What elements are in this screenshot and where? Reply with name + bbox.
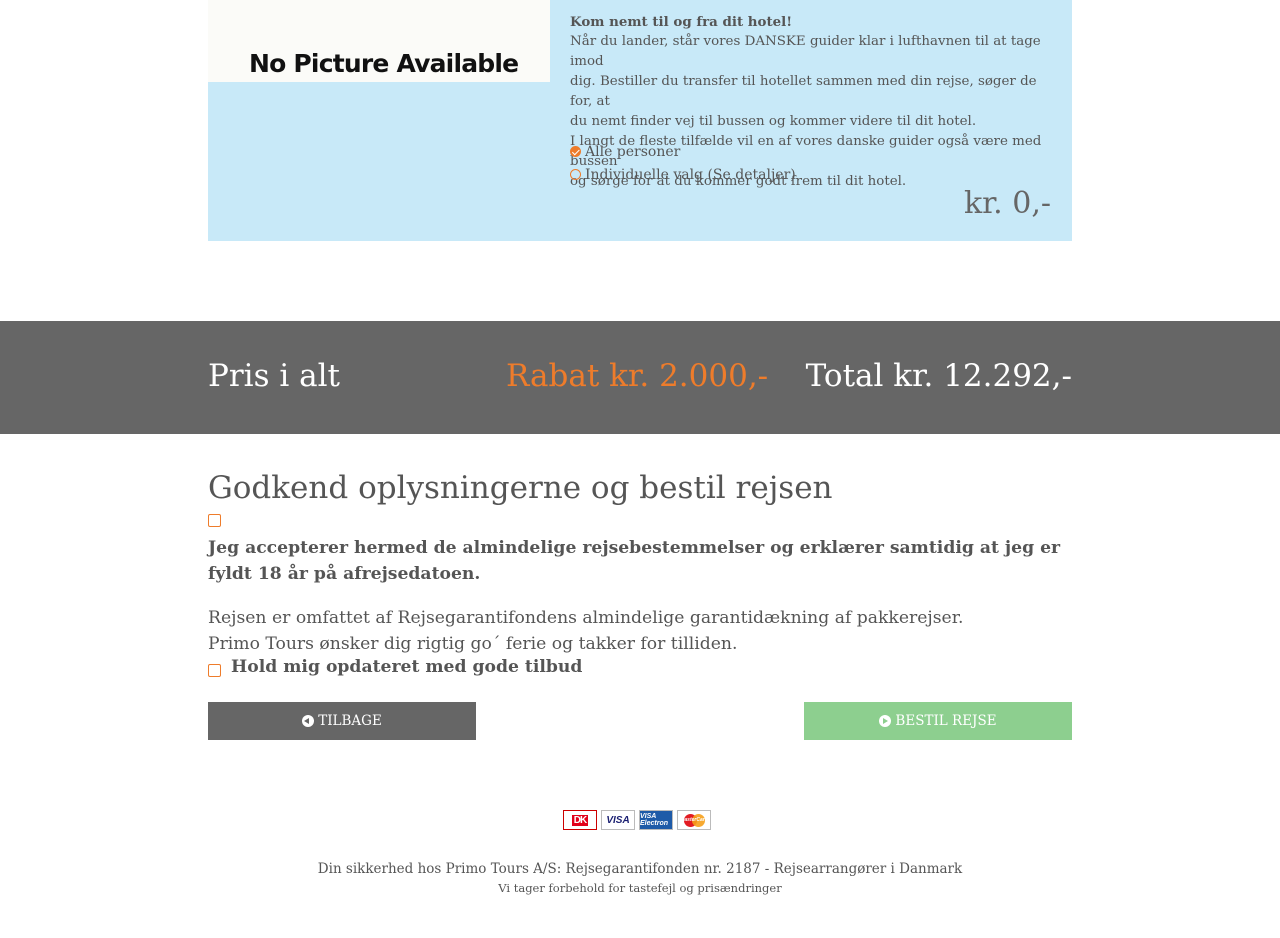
- arrow-left-circle-icon: [302, 715, 315, 727]
- dankort-logo: DK: [563, 810, 597, 830]
- total-amount: Total kr. 12.292,-: [805, 358, 1072, 394]
- option-label: Alle personer: [585, 144, 681, 160]
- guarantee-info: Rejsen er omfattet af Rejsegarantifonden…: [208, 605, 964, 657]
- circle-icon: [570, 169, 581, 180]
- price-summary-band: Pris i alt Rabat kr. 2.000,- Total kr. 1…: [0, 321, 1280, 434]
- accept-terms-checkbox[interactable]: [208, 514, 221, 527]
- order-trip-button[interactable]: BESTIL REJSE: [804, 702, 1072, 740]
- disclaimer-text: Vi tager forbehold for tastefejl og pris…: [498, 881, 782, 895]
- security-text: Din sikkerhed hos Primo Tours A/S: Rejse…: [317, 861, 963, 877]
- order-button-label: BESTIL REJSE: [895, 713, 997, 729]
- back-button-label: TILBAGE: [318, 713, 382, 729]
- arrow-right-circle-icon: [879, 715, 892, 727]
- no-picture-text: No Picture Available: [249, 49, 519, 78]
- accept-terms-label: Jeg accepterer hermed de almindelige rej…: [208, 538, 1061, 584]
- transfer-heading: Kom nemt til og fra dit hotel!: [570, 14, 793, 30]
- mastercard-logo: MasterCard: [677, 810, 711, 830]
- discount-amount: Rabat kr. 2.000,-: [506, 358, 769, 394]
- option-label: Individuelle valg (Se detaljer): [585, 167, 796, 183]
- newsletter-checkbox[interactable]: [208, 664, 221, 677]
- check-circle-icon: [570, 146, 581, 157]
- option-all-persons[interactable]: Alle personer: [570, 144, 680, 160]
- guarantee-line: Rejsen er omfattet af Rejsegarantifonden…: [208, 608, 964, 628]
- thanks-line: Primo Tours ønsker dig rigtig go´ ferie …: [208, 634, 738, 654]
- transfer-card: No Picture Available Kom nemt til og fra…: [208, 0, 1072, 241]
- price-total-label: Pris i alt: [208, 358, 340, 394]
- option-individual[interactable]: Individuelle valg (Se detaljer): [570, 167, 796, 183]
- back-button[interactable]: TILBAGE: [208, 702, 476, 740]
- confirm-title: Godkend oplysningerne og bestil rejsen: [208, 470, 833, 506]
- transfer-line: dig. Bestiller du transfer til hotellet …: [570, 74, 1037, 109]
- payment-cards: DK VISA VISA Electron MasterCard: [563, 810, 711, 830]
- newsletter-label: Hold mig opdateret med gode tilbud: [231, 657, 583, 677]
- transfer-line: du nemt finder vej til bussen og kommer …: [570, 114, 977, 129]
- transfer-line: Når du lander, står vores DANSKE guider …: [570, 34, 1041, 69]
- transfer-price: kr. 0,-: [963, 186, 1051, 221]
- visa-logo: VISA: [601, 810, 635, 830]
- transfer-description: Kom nemt til og fra dit hotel! Når du la…: [570, 12, 1050, 192]
- no-picture-image: No Picture Available: [208, 0, 550, 82]
- visa-electron-logo: VISA Electron: [639, 810, 673, 830]
